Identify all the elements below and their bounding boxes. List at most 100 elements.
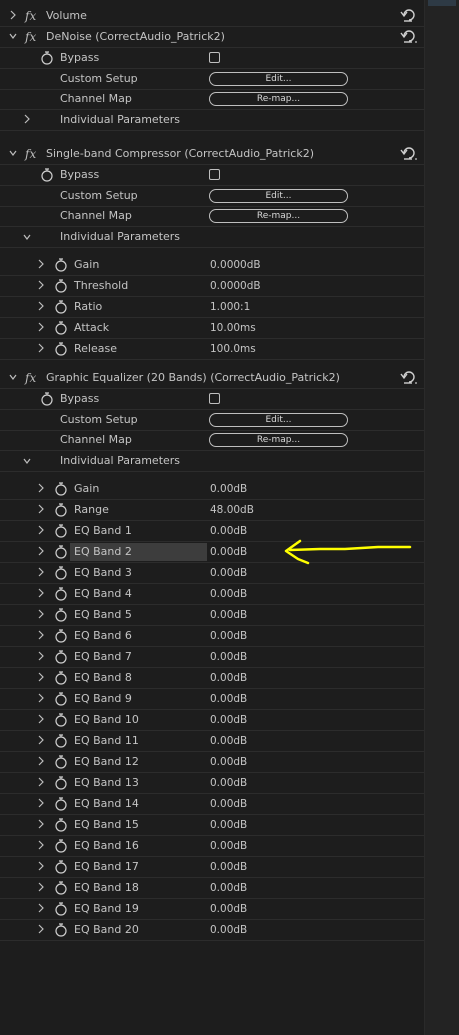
stopwatch-icon[interactable] bbox=[54, 320, 68, 336]
chevron-right-icon[interactable] bbox=[8, 9, 18, 21]
chevron-right-icon[interactable] bbox=[36, 650, 46, 662]
parameter-value[interactable]: 0.00dB bbox=[210, 546, 247, 558]
chevron-right-icon[interactable] bbox=[36, 300, 46, 312]
parameter-value[interactable]: 10.00ms bbox=[210, 322, 256, 334]
parameter-value[interactable]: 0.00dB bbox=[210, 756, 247, 768]
parameter-row[interactable]: EQ Band 3 0.00dB bbox=[0, 563, 424, 584]
parameter-value[interactable]: 48.00dB bbox=[210, 504, 254, 516]
parameter-row[interactable]: EQ Band 1 0.00dB bbox=[0, 521, 424, 542]
chevron-right-icon[interactable] bbox=[36, 671, 46, 683]
chevron-right-icon[interactable] bbox=[36, 608, 46, 620]
parameter-value[interactable]: 0.00dB bbox=[210, 777, 247, 789]
effect-row-denoise[interactable]: fx DeNoise (CorrectAudio_Patrick2) bbox=[0, 27, 424, 48]
chevron-right-icon[interactable] bbox=[36, 566, 46, 578]
remap-button[interactable]: Re-map... bbox=[209, 209, 348, 223]
chevron-down-icon[interactable] bbox=[22, 230, 32, 242]
stopwatch-icon[interactable] bbox=[54, 838, 68, 854]
individual-parameters-row[interactable]: Individual Parameters bbox=[0, 227, 424, 248]
stopwatch-icon[interactable] bbox=[54, 712, 68, 728]
chevron-down-icon[interactable] bbox=[8, 371, 18, 383]
stopwatch-icon[interactable] bbox=[54, 544, 68, 560]
chevron-down-icon[interactable] bbox=[8, 147, 18, 159]
chevron-right-icon[interactable] bbox=[36, 258, 46, 270]
fx-icon[interactable]: fx bbox=[25, 147, 36, 161]
parameter-row[interactable]: Range 48.00dB bbox=[0, 500, 424, 521]
chevron-right-icon[interactable] bbox=[22, 113, 32, 125]
stopwatch-icon[interactable] bbox=[54, 502, 68, 518]
stopwatch-icon[interactable] bbox=[54, 523, 68, 539]
stopwatch-icon[interactable] bbox=[54, 775, 68, 791]
chevron-right-icon[interactable] bbox=[36, 482, 46, 494]
parameter-value[interactable]: 0.00dB bbox=[210, 630, 247, 642]
stopwatch-icon[interactable] bbox=[40, 391, 54, 407]
parameter-row[interactable]: EQ Band 11 0.00dB bbox=[0, 731, 424, 752]
reset-icon[interactable] bbox=[399, 28, 419, 46]
parameter-row[interactable]: EQ Band 2 0.00dB bbox=[0, 542, 424, 563]
parameter-value[interactable]: 0.00dB bbox=[210, 651, 247, 663]
stopwatch-icon[interactable] bbox=[40, 50, 54, 66]
parameter-row[interactable]: EQ Band 13 0.00dB bbox=[0, 773, 424, 794]
remap-button[interactable]: Re-map... bbox=[209, 92, 348, 106]
stopwatch-icon[interactable] bbox=[54, 278, 68, 294]
parameter-row[interactable]: EQ Band 8 0.00dB bbox=[0, 668, 424, 689]
stopwatch-icon[interactable] bbox=[54, 586, 68, 602]
stopwatch-icon[interactable] bbox=[40, 167, 54, 183]
chevron-right-icon[interactable] bbox=[36, 734, 46, 746]
parameter-row[interactable]: Release 100.0ms bbox=[0, 339, 424, 360]
stopwatch-icon[interactable] bbox=[54, 481, 68, 497]
parameter-row[interactable]: EQ Band 16 0.00dB bbox=[0, 836, 424, 857]
parameter-value[interactable]: 0.00dB bbox=[210, 693, 247, 705]
chevron-right-icon[interactable] bbox=[36, 923, 46, 935]
chevron-right-icon[interactable] bbox=[36, 902, 46, 914]
parameter-value[interactable]: 100.0ms bbox=[210, 343, 256, 355]
parameter-row[interactable]: EQ Band 7 0.00dB bbox=[0, 647, 424, 668]
fx-icon[interactable]: fx bbox=[25, 9, 36, 23]
chevron-right-icon[interactable] bbox=[36, 755, 46, 767]
parameter-row[interactable]: EQ Band 9 0.00dB bbox=[0, 689, 424, 710]
reset-icon[interactable] bbox=[399, 7, 419, 25]
chevron-right-icon[interactable] bbox=[36, 776, 46, 788]
chevron-right-icon[interactable] bbox=[36, 839, 46, 851]
bypass-checkbox[interactable] bbox=[209, 393, 220, 404]
chevron-right-icon[interactable] bbox=[36, 524, 46, 536]
reset-icon[interactable] bbox=[399, 369, 419, 387]
chevron-right-icon[interactable] bbox=[36, 629, 46, 641]
stopwatch-icon[interactable] bbox=[54, 299, 68, 315]
parameter-value[interactable]: 0.0000dB bbox=[210, 280, 261, 292]
parameter-value[interactable]: 0.0000dB bbox=[210, 259, 261, 271]
stopwatch-icon[interactable] bbox=[54, 257, 68, 273]
stopwatch-icon[interactable] bbox=[54, 859, 68, 875]
parameter-value[interactable]: 0.00dB bbox=[210, 903, 247, 915]
parameter-value[interactable]: 0.00dB bbox=[210, 735, 247, 747]
parameter-row[interactable]: EQ Band 19 0.00dB bbox=[0, 899, 424, 920]
parameter-row[interactable]: EQ Band 4 0.00dB bbox=[0, 584, 424, 605]
parameter-value[interactable]: 0.00dB bbox=[210, 609, 247, 621]
edit-button[interactable]: Edit... bbox=[209, 189, 348, 203]
parameter-value[interactable]: 0.00dB bbox=[210, 882, 247, 894]
parameter-row[interactable]: EQ Band 5 0.00dB bbox=[0, 605, 424, 626]
reset-icon[interactable] bbox=[399, 145, 419, 163]
edit-button[interactable]: Edit... bbox=[209, 413, 348, 427]
chevron-right-icon[interactable] bbox=[36, 713, 46, 725]
chevron-right-icon[interactable] bbox=[36, 797, 46, 809]
parameter-row[interactable]: Gain 0.0000dB bbox=[0, 255, 424, 276]
stopwatch-icon[interactable] bbox=[54, 607, 68, 623]
parameter-row[interactable]: EQ Band 17 0.00dB bbox=[0, 857, 424, 878]
parameter-value[interactable]: 0.00dB bbox=[210, 525, 247, 537]
chevron-right-icon[interactable] bbox=[36, 860, 46, 872]
parameter-row[interactable]: EQ Band 18 0.00dB bbox=[0, 878, 424, 899]
stopwatch-icon[interactable] bbox=[54, 754, 68, 770]
chevron-right-icon[interactable] bbox=[36, 545, 46, 557]
parameter-row[interactable]: EQ Band 12 0.00dB bbox=[0, 752, 424, 773]
parameter-value[interactable]: 0.00dB bbox=[210, 483, 247, 495]
parameter-row[interactable]: Gain 0.00dB bbox=[0, 479, 424, 500]
parameter-value[interactable]: 0.00dB bbox=[210, 714, 247, 726]
effect-row-graphic-equalizer[interactable]: fx Graphic Equalizer (20 Bands) (Correct… bbox=[0, 368, 424, 389]
effect-row-volume[interactable]: fx Volume bbox=[0, 6, 424, 27]
chevron-right-icon[interactable] bbox=[36, 503, 46, 515]
parameter-row[interactable]: Ratio 1.000:1 bbox=[0, 297, 424, 318]
parameter-value[interactable]: 0.00dB bbox=[210, 798, 247, 810]
chevron-right-icon[interactable] bbox=[36, 279, 46, 291]
parameter-row[interactable]: Attack 10.00ms bbox=[0, 318, 424, 339]
individual-parameters-row[interactable]: Individual Parameters bbox=[0, 110, 424, 131]
